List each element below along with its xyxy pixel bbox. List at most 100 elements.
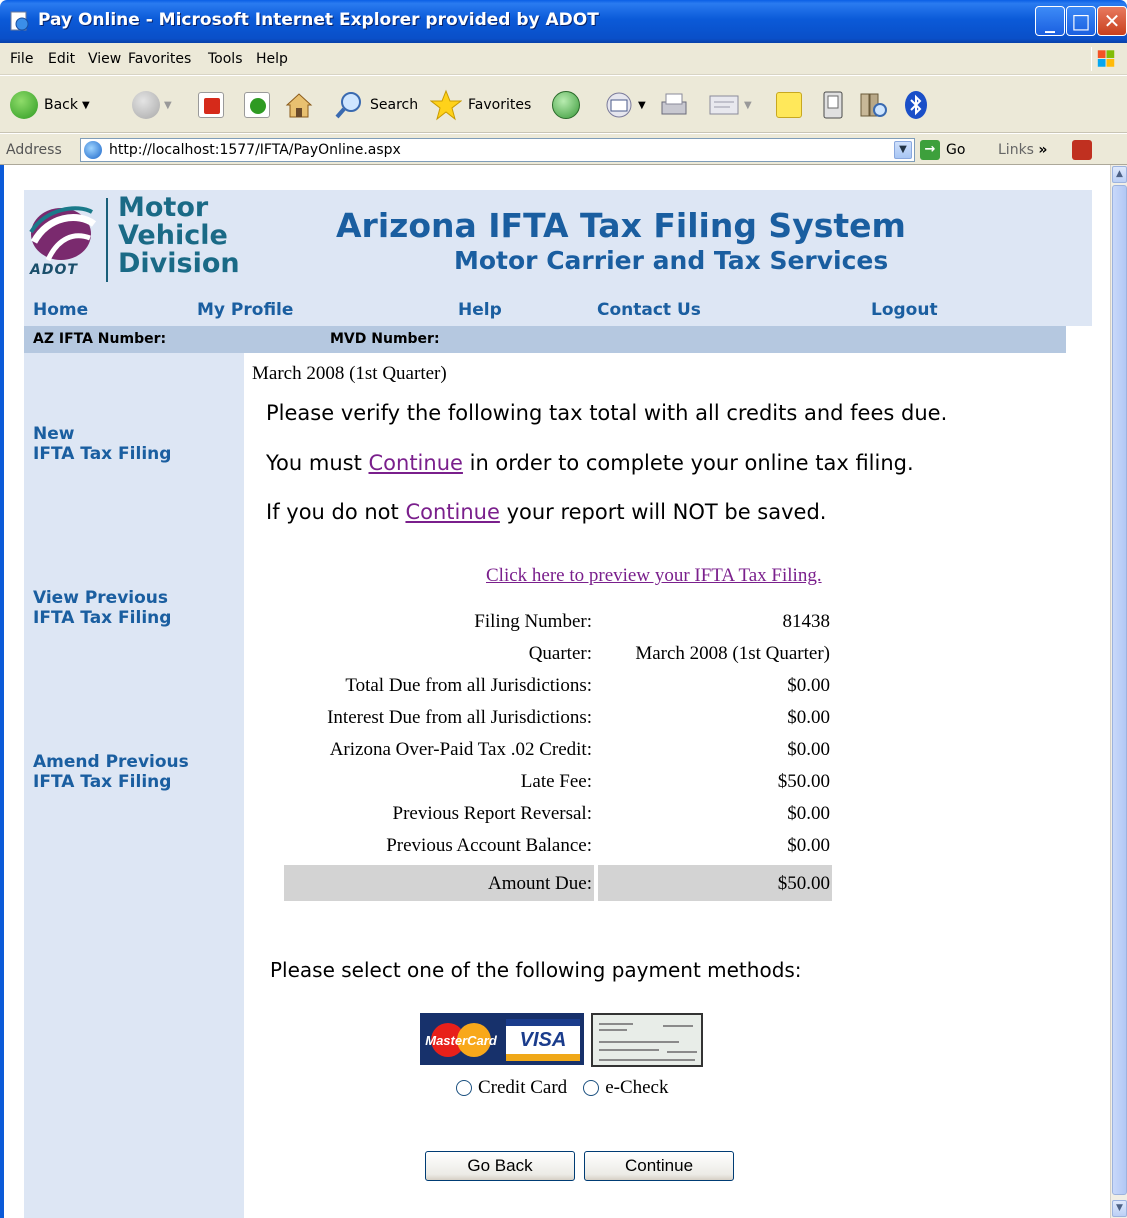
summary-value: $50.00 [777, 771, 830, 792]
address-input[interactable]: http://localhost:1577/IFTA/PayOnline.asp… [80, 138, 915, 162]
sidebar-item-line-1: New [33, 424, 75, 444]
pdf-icon[interactable] [1072, 140, 1092, 160]
check-line [599, 1041, 679, 1043]
sticky-note-icon [776, 92, 802, 118]
go-back-button[interactable]: Go Back [425, 1151, 575, 1181]
scroll-up-arrow-icon[interactable]: ▲ [1112, 166, 1127, 183]
refresh-button[interactable] [244, 90, 270, 120]
home-button[interactable] [284, 90, 314, 120]
nav-help[interactable]: Help [458, 300, 502, 320]
go-arrow-icon: → [920, 140, 940, 160]
go-button[interactable]: → Go [920, 138, 965, 162]
favorites-button[interactable]: Favorites [430, 89, 531, 121]
sidebar-item-view-previous[interactable]: View Previous IFTA Tax Filing [33, 588, 171, 628]
menu-bar: File Edit View Favorites Tools Help [0, 43, 1127, 75]
table-row: Interest Due from all Jurisdictions: $0.0… [284, 701, 832, 733]
menu-favorites[interactable]: Favorites [128, 51, 191, 67]
search-icon [335, 92, 361, 119]
history-button[interactable] [552, 90, 580, 120]
scroll-down-arrow-icon[interactable]: ▼ [1112, 1200, 1127, 1217]
sidebar-item-line-2: IFTA Tax Filing [33, 444, 172, 464]
menu-help[interactable]: Help [256, 51, 288, 67]
edit-page-icon [709, 95, 739, 115]
sidebar-item-amend-previous[interactable]: Amend Previous IFTA Tax Filing [33, 752, 189, 792]
research-button[interactable] [858, 90, 888, 120]
maximize-button[interactable]: □ [1066, 6, 1096, 36]
check-line [599, 1059, 695, 1061]
forward-button[interactable]: ▼ [132, 90, 172, 120]
bluetooth-button[interactable] [904, 90, 928, 120]
menu-edit[interactable]: Edit [48, 51, 75, 67]
summary-value: $0.00 [787, 707, 830, 728]
ie-page-icon [84, 141, 102, 159]
back-button[interactable]: Back ▼ [10, 90, 90, 120]
links-toolbar[interactable]: Links » [998, 142, 1047, 158]
notes-button[interactable] [776, 90, 802, 120]
check-line [599, 1049, 659, 1051]
address-url: http://localhost:1577/IFTA/PayOnline.asp… [109, 142, 401, 158]
summary-label: Previous Report Reversal: [392, 803, 592, 824]
sidebar: New IFTA Tax Filing View Previous IFTA T… [24, 353, 244, 1218]
amount-due-value: $50.00 [777, 873, 830, 894]
mail-icon [606, 92, 632, 118]
device-button[interactable] [820, 90, 846, 120]
continue-link[interactable]: Continue [405, 500, 499, 524]
echeck-radio[interactable] [583, 1080, 600, 1096]
credit-card-logos: MasterCard VISA [420, 1013, 584, 1065]
mvd-wordmark: Motor Vehicle Division [118, 194, 240, 278]
sidebar-item-new-filing[interactable]: New IFTA Tax Filing [33, 424, 171, 464]
check-line [667, 1051, 697, 1053]
table-row: Late Fee: $50.00 [284, 765, 832, 797]
nav-logout[interactable]: Logout [871, 300, 938, 320]
preview-filing-link[interactable]: Click here to preview your IFTA Tax Fili… [486, 565, 822, 587]
continue-link[interactable]: Continue [369, 451, 463, 475]
az-ifta-number-label: AZ IFTA Number: [33, 331, 167, 347]
close-window-button[interactable]: ✕ [1097, 6, 1127, 36]
windows-logo-icon [1091, 47, 1115, 71]
verify-message: Please verify the following tax total wi… [266, 401, 948, 425]
mvd-logo: ADOT Motor Vehicle Division [28, 194, 240, 286]
nav-contact-us[interactable]: Contact Us [597, 300, 701, 320]
chevron-right-icon: » [1038, 142, 1048, 158]
address-dropdown-icon[interactable]: ▼ [894, 141, 912, 159]
top-navigation: Home My Profile Help Contact Us Logout [24, 288, 1092, 326]
tax-summary-table: Filing Number: 81438 Quarter: March 2008 (… [284, 605, 832, 901]
menu-file[interactable]: File [10, 51, 33, 67]
visa-band-top [506, 1019, 580, 1026]
print-button[interactable] [658, 90, 690, 120]
sidebar-item-line-1: Amend Previous [33, 752, 189, 772]
research-icon [860, 93, 887, 117]
summary-value: $0.00 [787, 675, 830, 696]
scrollbar-thumb[interactable] [1112, 185, 1127, 1195]
nav-my-profile[interactable]: My Profile [197, 300, 293, 320]
check-line [599, 1029, 627, 1031]
credit-card-radio[interactable] [456, 1080, 472, 1096]
search-button[interactable]: Search [334, 90, 418, 120]
continue-button[interactable]: Continue [584, 1151, 734, 1181]
summary-label: Total Due from all Jurisdictions: [345, 675, 592, 696]
check-line [599, 1023, 633, 1025]
table-row: Arizona Over-Paid Tax .02 Credit: $0.00 [284, 733, 832, 765]
table-row: Quarter: March 2008 (1st Quarter) [284, 637, 832, 669]
refresh-icon [244, 92, 270, 118]
minimize-button[interactable]: _ [1035, 6, 1065, 36]
adot-wordmark: ADOT [30, 262, 78, 278]
table-row: Previous Account Balance: $0.00 [284, 829, 832, 861]
vertical-scrollbar[interactable]: ▲ ▼ [1110, 165, 1127, 1218]
mail-button[interactable]: ▼ [604, 90, 646, 120]
message-text: If you do not [266, 500, 406, 524]
back-arrow-icon [10, 91, 38, 119]
menu-view[interactable]: View [88, 51, 121, 67]
chevron-down-icon: ▼ [744, 99, 752, 111]
summary-value: $0.00 [787, 835, 830, 856]
page-header: ADOT Motor Vehicle Division Arizona IFTA… [24, 190, 1092, 288]
stop-button[interactable] [198, 90, 224, 120]
window-title-bar: Pay Online - Microsoft Internet Explorer… [0, 0, 1127, 43]
bluetooth-icon [905, 91, 927, 119]
minimize-icon: _ [1045, 9, 1055, 33]
menu-tools[interactable]: Tools [208, 51, 243, 67]
edit-button[interactable]: ▼ [708, 90, 752, 120]
nav-home[interactable]: Home [33, 300, 88, 320]
history-icon [552, 91, 580, 119]
table-row: Filing Number: 81438 [284, 605, 832, 637]
